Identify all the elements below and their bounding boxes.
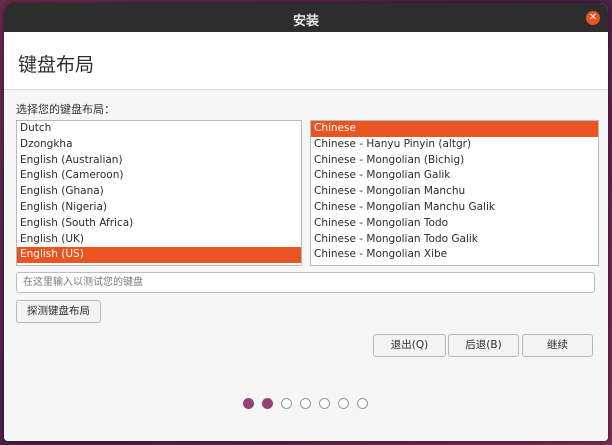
keyboard-layout-list[interactable]: Dutch Dzongkha English (Australian) English…	[16, 120, 302, 266]
layout-list-item[interactable]: Dzongkha	[17, 137, 301, 153]
layout-list-item[interactable]: English (Ghana)	[17, 184, 301, 200]
installer-window: 安装 ✕ 键盘布局 选择您的键盘布局： Dutch Dzongkha English…	[4, 3, 608, 441]
step-dot	[357, 398, 368, 409]
variant-list-item[interactable]: Chinese - Mongolian (Bichig)	[311, 153, 598, 169]
close-icon[interactable]: ✕	[586, 11, 600, 25]
layout-list-item[interactable]: Esperanto	[17, 263, 301, 265]
layout-list-item[interactable]: English (UK)	[17, 232, 301, 248]
title-bar[interactable]: 安装 ✕	[4, 3, 608, 32]
variant-list-item[interactable]: Chinese - Mongolian Todo Galik	[311, 232, 598, 248]
page-body: 选择您的键盘布局： Dutch Dzongkha English (Australi…	[4, 90, 608, 441]
page-header: 键盘布局	[4, 32, 608, 90]
window-title: 安装	[292, 14, 319, 29]
variant-list-item[interactable]: Chinese - Mongolian Galik	[311, 168, 598, 184]
variant-list-item[interactable]: Chinese	[311, 121, 598, 137]
layout-list-item[interactable]: English (Nigeria)	[17, 200, 301, 216]
variant-list-item[interactable]: Chinese - Mongolian Xibe	[311, 247, 598, 263]
detect-layout-button[interactable]: 探测键盘布局	[16, 300, 101, 323]
layout-list-item[interactable]: English (South Africa)	[17, 216, 301, 232]
back-button[interactable]: 后退(B)	[448, 334, 519, 357]
keyboard-variant-list[interactable]: Chinese Chinese - Hanyu Pinyin (altgr) Chi…	[310, 120, 599, 266]
variant-list-item[interactable]: Chinese - Mongolian Manchu Galik	[311, 200, 598, 216]
quit-button[interactable]: 退出(Q)	[373, 334, 446, 357]
variant-list-item[interactable]: Chinese - Hanyu Pinyin (altgr)	[311, 137, 598, 153]
layout-list-item[interactable]: English (Australian)	[17, 153, 301, 169]
layout-prompt: 选择您的键盘布局：	[16, 103, 115, 116]
keyboard-test-input[interactable]	[16, 272, 595, 293]
variant-list-item[interactable]: Chinese - Mongolian Manchu	[311, 184, 598, 200]
page-title: 键盘布局	[18, 54, 95, 76]
variant-list-item[interactable]: Chinese - Mongolian Todo	[311, 216, 598, 232]
step-dot	[281, 398, 292, 409]
continue-button[interactable]: 继续	[522, 334, 593, 357]
layout-list-item[interactable]: English (US)	[17, 247, 301, 264]
step-dot	[243, 398, 254, 409]
step-dot	[300, 398, 311, 409]
variant-list-item[interactable]: Chinese - Tibetan	[311, 263, 598, 265]
step-dot	[262, 398, 273, 409]
layout-list-item[interactable]: Dutch	[17, 121, 301, 137]
layout-list-item[interactable]: English (Cameroon)	[17, 168, 301, 184]
step-dot	[319, 398, 330, 409]
step-dot	[338, 398, 349, 409]
